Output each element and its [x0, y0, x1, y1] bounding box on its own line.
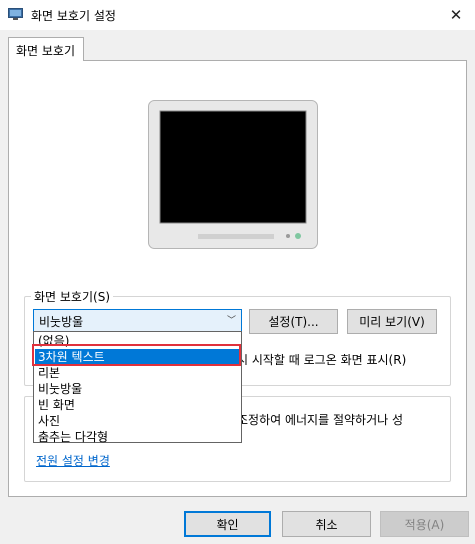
tab-label: 화면 보호기 [16, 44, 76, 58]
screensaver-select[interactable]: 비눗방울 ﹀ [33, 309, 242, 332]
close-button[interactable]: ✕ [437, 0, 475, 30]
apply-button[interactable]: 적용(A) [380, 511, 469, 537]
dropdown-option-bubbles[interactable]: 비눗방울 [35, 381, 240, 397]
ok-button[interactable]: 확인 [184, 511, 271, 537]
ok-button-label: 확인 [216, 517, 239, 532]
cancel-button-label: 취소 [315, 517, 338, 532]
cancel-button[interactable]: 취소 [282, 511, 371, 537]
settings-button-label: 설정(T)... [268, 315, 319, 329]
window-title: 화면 보호기 설정 [31, 9, 116, 23]
dropdown-option-photos[interactable]: 사진 [35, 413, 240, 429]
settings-button[interactable]: 설정(T)... [249, 309, 338, 334]
highlight-annotation-box [32, 344, 241, 366]
preview-button[interactable]: 미리 보기(V) [347, 309, 437, 334]
tab-screensaver[interactable]: 화면 보호기 [8, 37, 84, 61]
monitor-preview-icon [148, 100, 318, 249]
screensaver-select-value: 비눗방울 [39, 315, 84, 329]
close-icon: ✕ [449, 6, 463, 24]
screensaver-app-icon [8, 8, 23, 20]
apply-button-label: 적용(A) [404, 517, 445, 532]
power-description-line1: 조정하여 에너지를 절약하거나 성 [237, 413, 404, 427]
dropdown-option-ribbons[interactable]: 리본 [35, 365, 240, 381]
title-bar: 화면 보호기 설정 ✕ [0, 0, 475, 30]
dropdown-option-mystify[interactable]: 춤추는 다각형 [35, 429, 240, 445]
screensaver-group-label: 화면 보호기(S) [31, 288, 113, 305]
chevron-down-icon: ﹀ [226, 316, 236, 326]
preview-button-label: 미리 보기(V) [359, 315, 425, 329]
dropdown-option-blank[interactable]: 빈 화면 [35, 397, 240, 413]
change-power-settings-link[interactable]: 전원 설정 변경 [36, 452, 110, 469]
logon-checkbox-label[interactable]: 시 시작할 때 로그온 화면 표시(R) [237, 351, 406, 368]
